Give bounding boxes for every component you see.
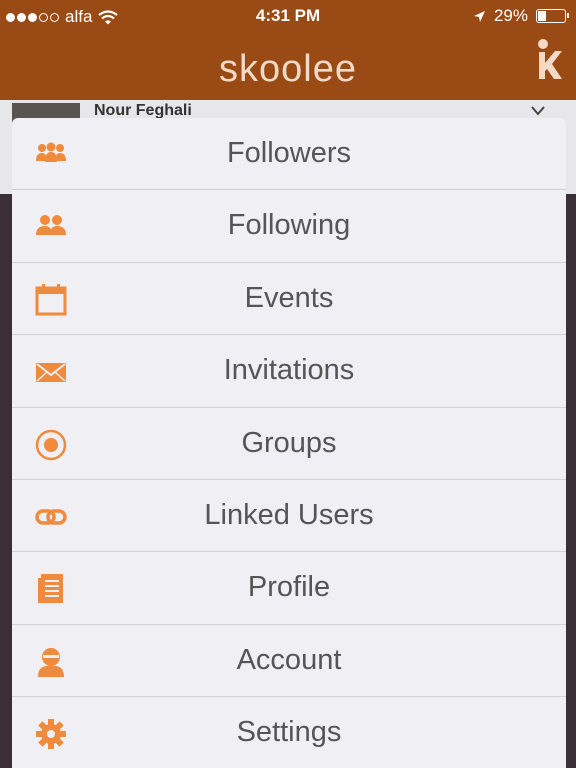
status-bar: alfa 4:31 PM 29% — [0, 0, 576, 32]
location-arrow-icon — [473, 10, 485, 22]
menu-item-label: Following — [227, 209, 351, 242]
menu-item-profile[interactable]: Profile — [12, 552, 566, 625]
menu-item-label: Linked Users — [204, 498, 374, 531]
menu-item-label: Events — [244, 281, 334, 314]
battery-percent: 29% — [493, 6, 528, 25]
menu-item-followers[interactable]: Followers — [12, 118, 566, 191]
menu-item-following[interactable]: Following — [12, 190, 566, 263]
app-header: alfa 4:31 PM 29% skoolee — [0, 0, 576, 100]
menu-item-label: Groups — [241, 426, 337, 459]
menu-item-label: Settings — [236, 716, 342, 749]
menu-item-label: Profile — [247, 571, 331, 604]
menu-item-label: Invitations — [223, 354, 355, 387]
menu-item-groups[interactable]: Groups — [12, 408, 566, 480]
menu-item-label: Followers — [226, 137, 352, 169]
menu-item-events[interactable]: Events — [12, 263, 566, 336]
battery-icon — [536, 9, 569, 23]
menu-item-settings[interactable]: Settings — [12, 697, 566, 768]
app-logo: skoolee — [219, 48, 357, 90]
k-logo-icon[interactable] — [534, 38, 564, 80]
chevron-down-icon[interactable] — [531, 106, 545, 116]
menu-item-label: Account — [236, 643, 342, 676]
dropdown-menu: Followers Following Events Invitations G… — [12, 118, 566, 768]
menu-item-account[interactable]: Account — [12, 625, 566, 698]
menu-item-linked-users[interactable]: Linked Users — [12, 480, 566, 553]
menu-item-invitations[interactable]: Invitations — [12, 335, 566, 408]
